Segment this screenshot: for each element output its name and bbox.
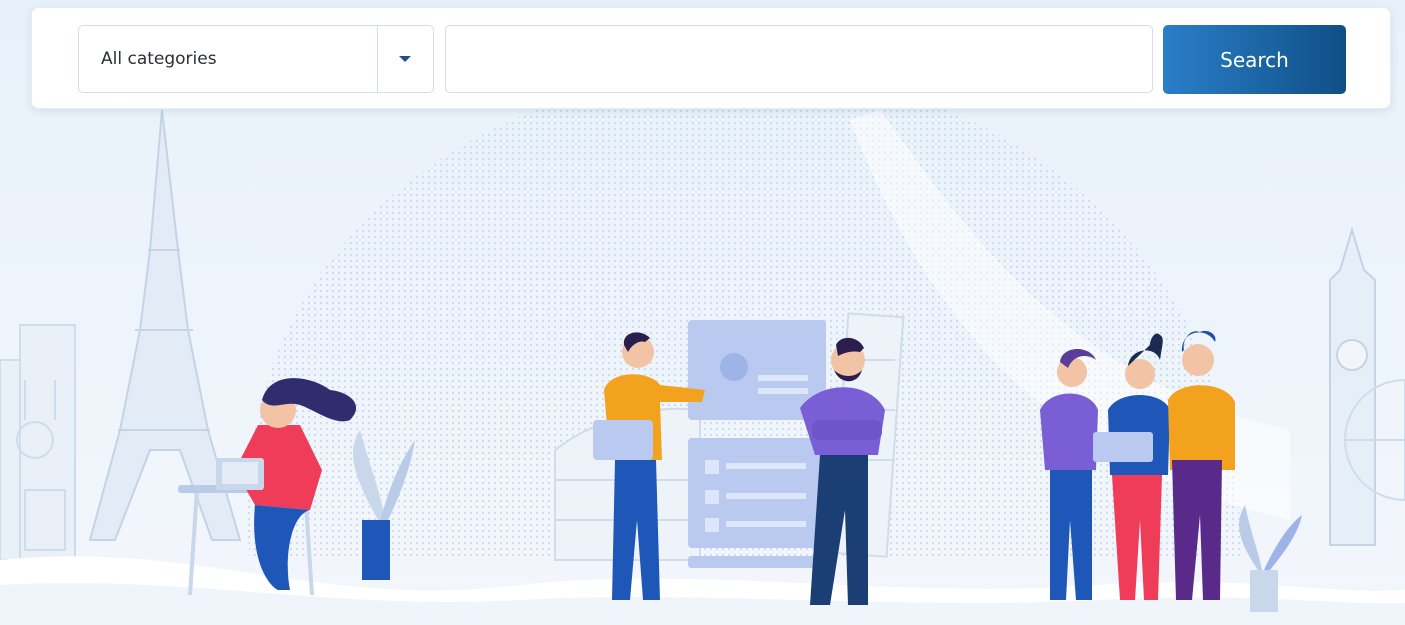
search-input[interactable] [445,25,1153,93]
notre-dame-icon [0,324,76,561]
hero-section: All categories Search [0,0,1405,625]
category-select-label: All categories [101,49,217,69]
chevron-down-icon[interactable] [377,26,433,92]
search-bar: All categories Search [31,7,1391,109]
big-ben-icon [1329,226,1376,546]
search-button[interactable]: Search [1163,25,1346,94]
category-select[interactable]: All categories [78,25,434,93]
profile-panels [688,320,826,568]
